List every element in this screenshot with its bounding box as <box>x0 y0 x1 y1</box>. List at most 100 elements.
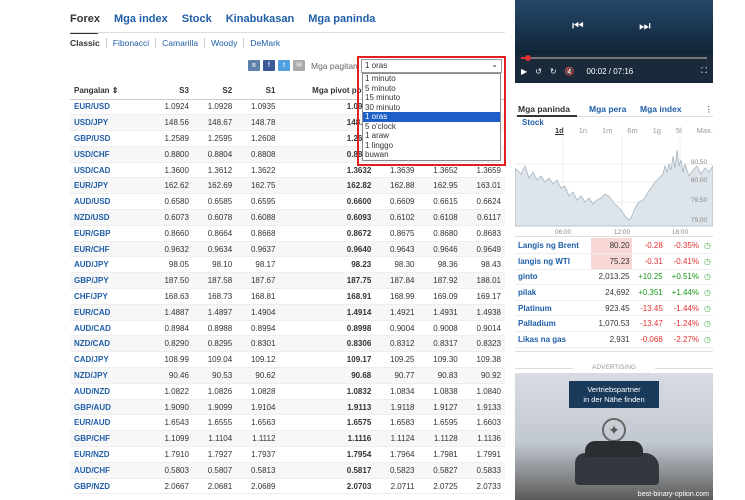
video-frame[interactable] <box>515 0 713 55</box>
widget-tab-currencies[interactable]: Mga pera <box>589 104 626 114</box>
vk-icon[interactable]: в <box>248 60 260 71</box>
currency-pair-link[interactable]: GBP/USD <box>70 130 150 147</box>
tab-stocks[interactable]: Stock <box>182 13 212 25</box>
table-cell: 0.5823 <box>375 462 419 479</box>
currency-pair-link[interactable]: EUR/GBP <box>70 225 150 242</box>
table-cell: 168.81 <box>236 288 280 305</box>
facebook-icon[interactable]: f <box>263 60 275 71</box>
table-row: EUR/AUD 1.6543 1.6555 1.6563 1.6575 1.6583 1.6… <box>70 414 505 432</box>
range-button[interactable]: 1m <box>602 126 612 135</box>
tab-commodities[interactable]: Mga paninda <box>308 13 375 25</box>
currency-pair-link[interactable]: NZD/USD <box>70 209 150 226</box>
table-cell: 187.84 <box>375 272 419 290</box>
currency-pair-link[interactable]: CHF/JPY <box>70 288 150 305</box>
widget-tab-commodities[interactable]: Mga paninda <box>518 104 570 114</box>
table-cell: 1.4921 <box>375 304 419 321</box>
forward-icon[interactable]: ↻ <box>550 67 557 76</box>
currency-pair-link[interactable]: EUR/CAD <box>70 304 150 321</box>
table-row: NZD/USD 0.6073 0.6078 0.6088 0.6093 0.6102 0.6… <box>70 209 505 226</box>
table-cell: 0.8301 <box>236 335 280 353</box>
method-camarilla[interactable]: Camarilla <box>155 38 204 48</box>
list-item[interactable]: Palladium 1,070.53 -13.47 -1.24% ◷ <box>515 316 713 332</box>
commodity-name[interactable]: Langis ng Brent <box>515 238 591 254</box>
currency-pair-link[interactable]: GBP/AUD <box>70 399 150 416</box>
table-cell: 98.23 <box>279 256 376 274</box>
advertisement[interactable]: Vertriebspartner in der Nähe finden ✦ be… <box>515 373 713 500</box>
range-button[interactable]: 6m <box>627 126 637 135</box>
currency-pair-link[interactable]: EUR/NZD <box>70 446 150 463</box>
range-button[interactable]: 5l <box>676 126 682 135</box>
currency-pair-link[interactable]: GBP/JPY <box>70 272 150 290</box>
currency-pair-link[interactable]: CAD/JPY <box>70 351 150 369</box>
list-item[interactable]: pilak 24,692 +0.351 +1.44% ◷ <box>515 285 713 301</box>
table-cell: 0.6078 <box>192 209 237 226</box>
list-item[interactable]: langis ng WTI 75.23 -0.31 -0.41% ◷ <box>515 253 713 270</box>
currency-pair-link[interactable]: USD/CAD <box>70 162 150 179</box>
list-item[interactable]: Langis ng Brent 80.20 -0.28 -0.35% ◷ <box>515 238 713 254</box>
currency-pair-link[interactable]: EUR/CHF <box>70 241 150 258</box>
commodity-name[interactable]: pilak <box>515 285 591 301</box>
currency-pair-link[interactable]: AUD/USD <box>70 193 150 211</box>
commodity-name[interactable]: Likas na gas <box>515 332 591 348</box>
commodity-name[interactable]: Palladium <box>515 316 591 332</box>
quote-value: +0.51% <box>671 272 699 282</box>
list-item[interactable]: ginto 2,013.25 +10.25 +0.51% ◷ <box>515 269 713 285</box>
mute-icon[interactable]: 🔇 <box>565 67 575 76</box>
commodity-name[interactable]: Platinum <box>515 300 591 316</box>
currency-pair-link[interactable]: AUD/CHF <box>70 462 150 479</box>
range-button[interactable]: 1n <box>579 126 587 135</box>
fullscreen-icon[interactable]: ⛶ <box>701 66 707 76</box>
play-icon[interactable]: ▶ <box>521 67 527 76</box>
quote-value: -1.24% <box>673 319 699 329</box>
method-woody[interactable]: Woody <box>204 38 243 48</box>
tab-forex[interactable]: Forex <box>70 13 100 25</box>
range-button[interactable]: Max. <box>697 126 713 135</box>
table-cell: 98.43 <box>461 256 505 274</box>
currency-pair-link[interactable]: AUD/CAD <box>70 320 150 337</box>
currency-pair-link[interactable]: USD/JPY <box>70 114 150 132</box>
twitter-icon[interactable]: t <box>278 60 290 71</box>
previous-icon[interactable]: ⏮ <box>572 18 584 34</box>
x-tick-label: 06:00 <box>555 229 572 236</box>
video-progress-bar[interactable] <box>521 55 707 61</box>
commodity-name[interactable]: langis ng WTI <box>515 254 591 270</box>
table-cell: 0.6073 <box>149 209 193 226</box>
method-fibonacci[interactable]: Fibonacci <box>105 38 155 48</box>
table-cell: 0.8290 <box>149 335 193 353</box>
more-options-icon[interactable]: ⋮ <box>705 104 714 115</box>
tab-indices[interactable]: Mga index <box>114 13 168 25</box>
table-cell: 90.62 <box>236 367 280 384</box>
replay-icon[interactable]: ↺ <box>535 67 542 76</box>
method-classic[interactable]: Classic <box>70 38 106 48</box>
currency-pair-link[interactable]: AUD/NZD <box>70 383 150 400</box>
table-cell: 98.36 <box>418 256 462 274</box>
currency-pair-link[interactable]: EUR/USD <box>70 99 150 116</box>
widget-category[interactable]: Stock <box>522 118 544 127</box>
price-chart[interactable]: 80,50 80,00 79,50 79,00 06:00 12:00 18:0… <box>514 138 714 236</box>
method-demark[interactable]: DeMark <box>243 38 286 48</box>
table-cell: 0.6595 <box>236 193 280 211</box>
next-icon[interactable]: ⏭ <box>639 18 651 34</box>
tab-futures[interactable]: Kinabukasan <box>226 13 294 25</box>
quote-value: 24,692 <box>605 288 630 298</box>
currency-pair-link[interactable]: GBP/CHF <box>70 430 150 448</box>
currency-pair-link[interactable]: EUR/AUD <box>70 414 150 432</box>
range-button[interactable]: 1d <box>555 126 564 135</box>
currency-pair-link[interactable]: GBP/NZD <box>70 478 150 495</box>
list-item[interactable]: Platinum 923.45 -13.45 -1.44% ◷ <box>515 300 713 316</box>
table-row: CAD/JPY 108.99 109.04 109.12 109.17 109.25 109… <box>70 351 505 369</box>
currency-pair-link[interactable]: EUR/JPY <box>70 177 150 195</box>
clock-icon: ◷ <box>704 272 711 282</box>
currency-pair-link[interactable]: NZD/CAD <box>70 335 150 353</box>
table-cell: 109.12 <box>236 351 280 369</box>
mail-icon[interactable]: ✉ <box>293 60 305 71</box>
range-button[interactable]: 1g <box>653 126 661 135</box>
commodity-name[interactable]: ginto <box>515 269 591 285</box>
column-header[interactable]: Pangalan ⇕ <box>70 83 150 100</box>
list-item[interactable]: Likas na gas 2,931 -0.068 -2.27% ◷ <box>515 332 713 348</box>
table-cell: 98.30 <box>375 256 419 274</box>
widget-tab-indices[interactable]: Mga index <box>640 104 682 114</box>
currency-pair-link[interactable]: USD/CHF <box>70 146 150 163</box>
currency-pair-link[interactable]: AUD/JPY <box>70 256 150 274</box>
currency-pair-link[interactable]: NZD/JPY <box>70 367 150 384</box>
